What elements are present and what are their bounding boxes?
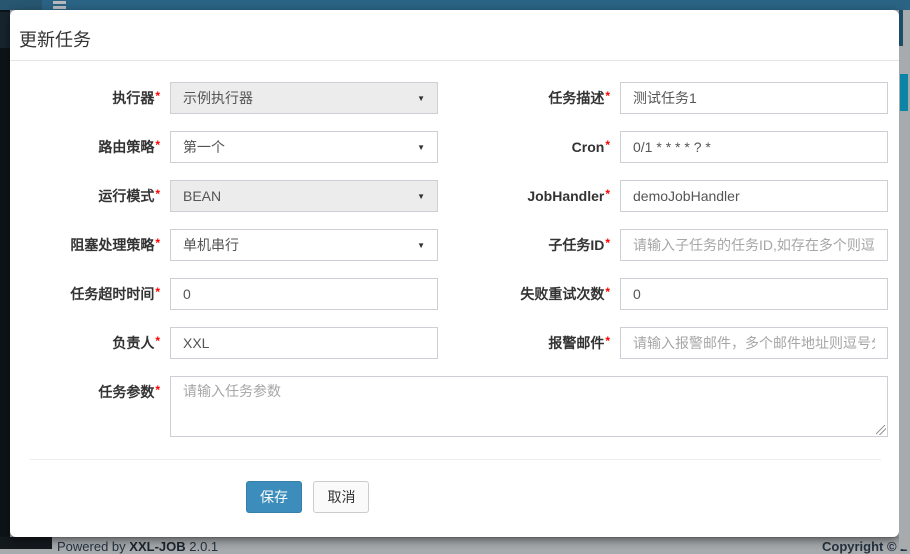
- save-button[interactable]: 保存: [246, 481, 302, 513]
- required-mark: *: [155, 89, 160, 103]
- scrollbar-thumb[interactable]: [900, 74, 908, 111]
- form-row: 任务超时时间* 失败重试次数*: [10, 278, 899, 310]
- form-row: 负责人* 报警邮件*: [10, 327, 899, 359]
- form-row: 路由策略* 第一个 ▼ Cron*: [10, 131, 899, 163]
- cron-label: Cron*: [448, 139, 620, 155]
- dropdown-arrow-icon: ▼: [417, 143, 425, 152]
- required-mark: *: [155, 236, 160, 250]
- glue-type-select: BEAN ▼: [170, 180, 438, 212]
- form-row: 运行模式* BEAN ▼ JobHandler*: [10, 180, 899, 212]
- job-handler-label: JobHandler*: [448, 188, 620, 204]
- powered-prefix: Powered by: [57, 539, 126, 554]
- timeout-label: 任务超时时间*: [10, 284, 170, 304]
- job-handler-input[interactable]: [620, 180, 888, 212]
- sidebar-item-highlight: [0, 12, 10, 48]
- block-strategy-label: 阻塞处理策略*: [10, 235, 170, 255]
- brand-text: XXL-JOB: [129, 539, 185, 554]
- top-navbar: [0, 0, 910, 10]
- fail-retry-input[interactable]: [620, 278, 888, 310]
- update-job-modal: 更新任务 执行器* 示例执行器 ▼ 任务描述* 路由策略* 第一个 ▼ Cron…: [10, 10, 899, 537]
- author-label: 负责人*: [10, 333, 170, 353]
- job-param-textarea[interactable]: [170, 376, 888, 437]
- route-strategy-select[interactable]: 第一个 ▼: [170, 131, 438, 163]
- modal-body: 执行器* 示例执行器 ▼ 任务描述* 路由策略* 第一个 ▼ Cron* 运行模…: [10, 61, 899, 513]
- job-desc-label: 任务描述*: [448, 88, 620, 108]
- job-param-label: 任务参数*: [10, 376, 170, 409]
- author-input[interactable]: [170, 327, 438, 359]
- required-mark: *: [605, 187, 610, 201]
- route-strategy-value: 第一个: [183, 137, 225, 157]
- hamburger-bar: [53, 1, 66, 4]
- required-mark: *: [605, 138, 610, 152]
- dropdown-arrow-icon: ▼: [417, 192, 425, 201]
- button-row: 保存 取消: [10, 460, 899, 513]
- powered-by-text: Powered by XXL-JOB 2.0.1: [57, 539, 218, 554]
- glue-type-label: 运行模式*: [10, 186, 170, 206]
- version-text: 2.0.1: [189, 539, 218, 554]
- alarm-email-input[interactable]: [620, 327, 888, 359]
- child-jobid-label: 子任务ID*: [448, 235, 620, 255]
- child-jobid-input[interactable]: [620, 229, 888, 261]
- alarm-email-label: 报警邮件*: [448, 333, 620, 353]
- required-mark: *: [605, 89, 610, 103]
- block-strategy-value: 单机串行: [183, 235, 239, 255]
- cancel-button[interactable]: 取消: [313, 481, 369, 513]
- required-mark: *: [155, 138, 160, 152]
- route-strategy-label: 路由策略*: [10, 137, 170, 157]
- required-mark: *: [605, 285, 610, 299]
- hamburger-bar: [53, 6, 66, 9]
- executor-label: 执行器*: [10, 88, 170, 108]
- sidebar-footer-corner: [0, 537, 52, 549]
- dropdown-arrow-icon: ▼: [417, 241, 425, 250]
- required-mark: *: [155, 334, 160, 348]
- block-strategy-select[interactable]: 单机串行 ▼: [170, 229, 438, 261]
- form-row: 执行器* 示例执行器 ▼ 任务描述*: [10, 82, 899, 114]
- scrollbar-track[interactable]: [899, 10, 910, 549]
- required-mark: *: [605, 236, 610, 250]
- navbar-logo-area: [0, 0, 42, 10]
- required-mark: *: [155, 285, 160, 299]
- required-mark: *: [155, 187, 160, 201]
- executor-value: 示例执行器: [183, 88, 253, 108]
- executor-select: 示例执行器 ▼: [170, 82, 438, 114]
- dropdown-arrow-icon: ▼: [417, 94, 425, 103]
- navbar-edge-sliver: [899, 10, 903, 46]
- hamburger-icon[interactable]: [53, 1, 66, 10]
- timeout-input[interactable]: [170, 278, 438, 310]
- modal-title: 更新任务: [19, 30, 91, 50]
- fail-retry-label: 失败重试次数*: [448, 284, 620, 304]
- job-desc-input[interactable]: [620, 82, 888, 114]
- copyright-text: Copyright © 2: [822, 539, 907, 554]
- cron-input[interactable]: [620, 131, 888, 163]
- form-row: 任务参数*: [10, 376, 899, 437]
- required-mark: *: [605, 334, 610, 348]
- glue-type-value: BEAN: [183, 188, 221, 204]
- required-mark: *: [155, 383, 160, 397]
- form-row: 阻塞处理策略* 单机串行 ▼ 子任务ID*: [10, 229, 899, 261]
- modal-header: 更新任务: [10, 10, 899, 61]
- job-param-wrap: [170, 376, 888, 437]
- sidebar-edge: [0, 10, 10, 549]
